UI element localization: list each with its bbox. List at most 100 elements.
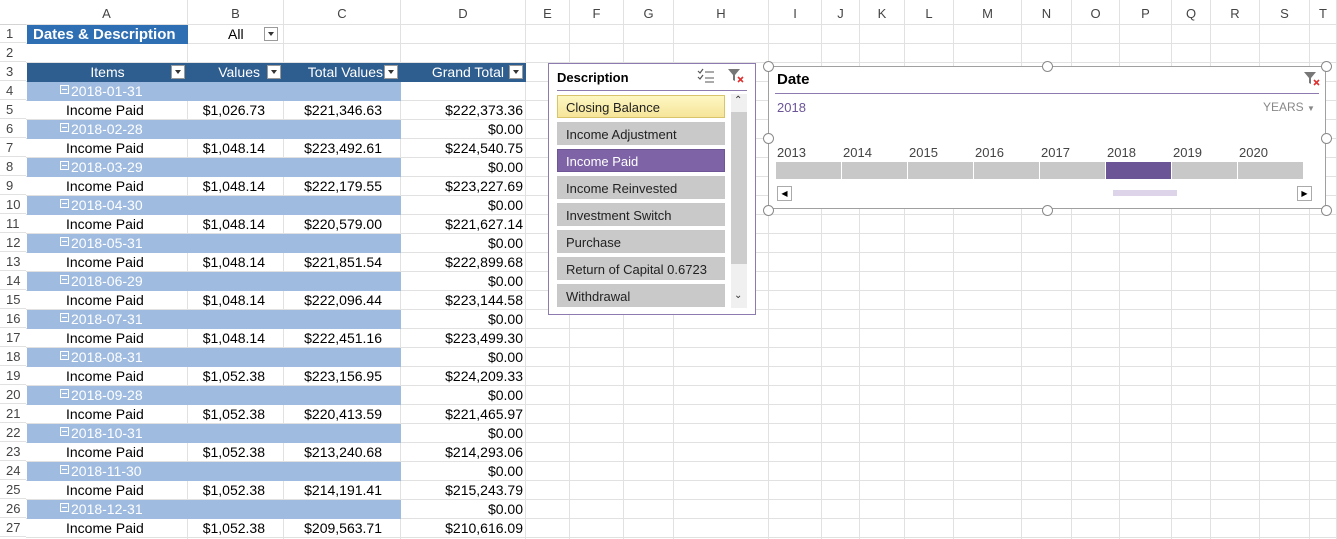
scroll-up-icon[interactable]: ⌃ (734, 95, 742, 106)
description-slicer[interactable]: Description Closing Balance Income Adjust… (548, 63, 756, 315)
row-header-12[interactable]: 12 (0, 233, 26, 252)
scroll-right-icon[interactable]: ▶ (1297, 186, 1312, 201)
row-header-7[interactable]: 7 (0, 138, 26, 157)
collapse-icon[interactable] (60, 503, 69, 512)
resize-handle[interactable] (763, 205, 774, 216)
scroll-down-icon[interactable]: ⌄ (734, 290, 742, 301)
column-header-m[interactable]: M (954, 0, 1022, 24)
date-group-row[interactable]: 2018-05-31 (27, 234, 401, 253)
row-header-20[interactable]: 20 (0, 385, 26, 404)
column-header-c[interactable]: C (284, 0, 401, 24)
resize-handle[interactable] (1321, 61, 1332, 72)
column-header-h[interactable]: H (674, 0, 769, 24)
date-group-row[interactable]: 2018-07-31 (27, 310, 401, 329)
total-values-dropdown-button[interactable] (384, 65, 398, 79)
row-header-25[interactable]: 25 (0, 480, 26, 499)
row-header-2[interactable]: 2 (0, 43, 26, 62)
column-header-a[interactable]: A (26, 0, 188, 24)
column-header-n[interactable]: N (1022, 0, 1072, 24)
collapse-icon[interactable] (60, 123, 69, 132)
column-header-s[interactable]: S (1260, 0, 1310, 24)
row-header-23[interactable]: 23 (0, 442, 26, 461)
timeline-scroll-thumb[interactable] (1113, 190, 1177, 196)
slicer-item[interactable]: Return of Capital 0.6723 (557, 257, 725, 280)
row-header-8[interactable]: 8 (0, 157, 26, 176)
column-header-f[interactable]: F (570, 0, 624, 24)
timeline-year-bar[interactable] (1238, 162, 1304, 179)
row-header-22[interactable]: 22 (0, 423, 26, 442)
column-header-o[interactable]: O (1072, 0, 1120, 24)
timeline-year-bar[interactable] (1040, 162, 1106, 179)
column-header-b[interactable]: B (188, 0, 284, 24)
collapse-icon[interactable] (60, 85, 69, 94)
timeline-year-bar[interactable] (908, 162, 974, 179)
resize-handle[interactable] (1042, 61, 1053, 72)
resize-handle[interactable] (1321, 205, 1332, 216)
row-header-14[interactable]: 14 (0, 271, 26, 290)
column-header-i[interactable]: I (769, 0, 822, 24)
column-header-g[interactable]: G (624, 0, 674, 24)
date-group-row[interactable]: 2018-01-31 (27, 82, 401, 101)
row-header-4[interactable]: 4 (0, 81, 26, 100)
slicer-item[interactable]: Income Paid (557, 149, 725, 172)
row-header-6[interactable]: 6 (0, 119, 26, 138)
collapse-icon[interactable] (60, 465, 69, 474)
slicer-scroll-thumb[interactable] (731, 112, 747, 264)
filter-value[interactable]: All (188, 25, 284, 44)
row-header-24[interactable]: 24 (0, 461, 26, 480)
date-group-row[interactable]: 2018-12-31 (27, 500, 401, 519)
row-header-3[interactable]: 3 (0, 62, 26, 81)
column-header-d[interactable]: D (401, 0, 526, 24)
row-header-19[interactable]: 19 (0, 366, 26, 385)
column-header-q[interactable]: Q (1172, 0, 1211, 24)
date-group-row[interactable]: 2018-10-31 (27, 424, 401, 443)
date-group-row[interactable]: 2018-09-28 (27, 386, 401, 405)
collapse-icon[interactable] (60, 199, 69, 208)
slicer-item[interactable]: Withdrawal (557, 284, 725, 307)
date-group-row[interactable]: 2018-11-30 (27, 462, 401, 481)
timeline-year-bar[interactable] (776, 162, 842, 179)
timeline-year-bar[interactable] (1106, 162, 1172, 179)
filter-dropdown-button[interactable] (264, 27, 278, 41)
date-group-row[interactable]: 2018-08-31 (27, 348, 401, 367)
row-header-26[interactable]: 26 (0, 499, 26, 518)
date-group-row[interactable]: 2018-02-28 (27, 120, 401, 139)
row-header-18[interactable]: 18 (0, 347, 26, 366)
timeline-year-bar[interactable] (1172, 162, 1238, 179)
timeline-year-bar[interactable] (974, 162, 1040, 179)
row-header-27[interactable]: 27 (0, 518, 26, 537)
timeline-scrollbar[interactable]: ◀ ▶ (777, 186, 1312, 201)
date-group-row[interactable]: 2018-06-29 (27, 272, 401, 291)
row-header-10[interactable]: 10 (0, 195, 26, 214)
slicer-item[interactable]: Income Reinvested (557, 176, 725, 199)
row-header-17[interactable]: 17 (0, 328, 26, 347)
row-header-13[interactable]: 13 (0, 252, 26, 271)
resize-handle[interactable] (1321, 133, 1332, 144)
grand-total-dropdown-button[interactable] (509, 65, 523, 79)
row-header-11[interactable]: 11 (0, 214, 26, 233)
row-header-5[interactable]: 5 (0, 100, 26, 119)
date-group-row[interactable]: 2018-03-29 (27, 158, 401, 177)
slicer-scrollbar[interactable]: ⌃ ⌄ (731, 94, 747, 308)
column-header-t[interactable]: T (1310, 0, 1337, 24)
date-group-row[interactable]: 2018-04-30 (27, 196, 401, 215)
resize-handle[interactable] (763, 133, 774, 144)
timeline-clear-filter-icon[interactable] (1303, 71, 1321, 87)
slicer-item[interactable]: Income Adjustment (557, 122, 725, 145)
row-header-15[interactable]: 15 (0, 290, 26, 309)
row-header-16[interactable]: 16 (0, 309, 26, 328)
slicer-item[interactable]: Investment Switch (557, 203, 725, 226)
items-dropdown-button[interactable] (171, 65, 185, 79)
column-header-r[interactable]: R (1211, 0, 1260, 24)
column-header-k[interactable]: K (860, 0, 905, 24)
column-header-e[interactable]: E (526, 0, 570, 24)
row-header-9[interactable]: 9 (0, 176, 26, 195)
timeline-year-bar[interactable] (842, 162, 908, 179)
resize-handle[interactable] (763, 61, 774, 72)
row-header-1[interactable]: 1 (0, 24, 26, 43)
column-header-l[interactable]: L (905, 0, 954, 24)
slicer-item[interactable]: Purchase (557, 230, 725, 253)
values-dropdown-button[interactable] (267, 65, 281, 79)
multi-select-icon[interactable] (697, 68, 715, 84)
collapse-icon[interactable] (60, 161, 69, 170)
